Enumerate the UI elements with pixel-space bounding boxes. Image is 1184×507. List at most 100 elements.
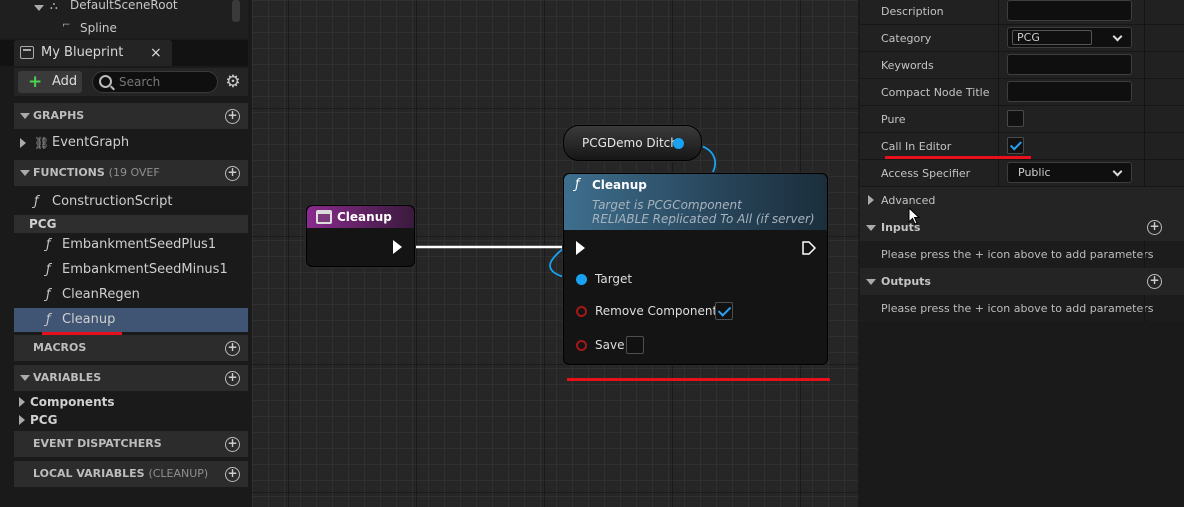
function-icon: ƒ — [46, 287, 51, 302]
prop-label: Description — [881, 5, 944, 18]
components-scrollbar[interactable] — [232, 0, 240, 22]
prop-label: Keywords — [881, 59, 934, 72]
close-icon[interactable]: × — [150, 40, 162, 66]
variable-category-pcg[interactable]: PCG — [14, 410, 248, 430]
access-specifier-value: Public — [1018, 166, 1051, 179]
category-outputs[interactable]: Outputs + — [860, 268, 1184, 295]
function-category-label: PCG — [29, 217, 57, 231]
add-graph-icon[interactable]: + — [225, 109, 240, 124]
graph-item-eventgraph[interactable]: ⛓ EventGraph — [14, 131, 248, 155]
section-graphs[interactable]: GRAPHS + — [14, 103, 248, 129]
add-output-icon[interactable]: + — [1147, 274, 1162, 289]
save-pin-icon[interactable] — [576, 340, 587, 351]
prop-row-category: Category PCG — [860, 25, 1184, 52]
category-value[interactable]: PCG — [1012, 30, 1092, 45]
function-icon: ƒ — [46, 312, 51, 327]
function-item-label: CleanRegen — [62, 287, 140, 302]
prop-row-keywords: Keywords — [860, 52, 1184, 79]
collapse-arrow-icon — [866, 279, 876, 285]
expand-arrow-icon[interactable] — [19, 415, 25, 425]
add-event-dispatcher-icon[interactable]: + — [225, 437, 240, 452]
chevron-down-icon — [1112, 31, 1123, 42]
section-event-dispatchers[interactable]: EVENT DISPATCHERS + — [14, 431, 248, 457]
compact-node-title-field[interactable] — [1007, 81, 1132, 102]
exec-out-pin-icon[interactable] — [393, 240, 402, 254]
prop-row-pure: Pure — [860, 106, 1184, 133]
call-in-editor-checkbox[interactable] — [1007, 137, 1024, 154]
function-node-target-note: Target is PCGComponent — [592, 198, 742, 212]
function-item-construction-script[interactable]: ƒ ConstructionScript — [14, 190, 248, 214]
expand-arrow-icon[interactable] — [34, 5, 44, 11]
variable-category-components[interactable]: Components — [14, 392, 248, 412]
graph-canvas[interactable]: Cleanup PCGDemo Ditch ƒ Cleanup Target i… — [252, 0, 858, 507]
exec-in-pin-icon[interactable] — [576, 241, 585, 255]
remove-components-checkbox[interactable] — [715, 302, 733, 320]
blueprint-toolbar: + Add ⚙ — [14, 68, 248, 96]
section-functions[interactable]: FUNCTIONS (19 OVEF + — [14, 160, 248, 186]
add-local-variable-icon[interactable]: + — [225, 467, 240, 482]
section-functions-label: FUNCTIONS (19 OVEF — [33, 166, 160, 179]
event-node-header: Cleanup — [307, 206, 414, 228]
tab-bar: My Blueprint × — [0, 40, 248, 66]
component-default-scene-root[interactable]: DefaultSceneRoot — [70, 0, 178, 13]
component-spline[interactable]: Spline — [80, 20, 117, 36]
components-tree: ⛬ DefaultSceneRoot ⌐ Spline — [0, 0, 248, 38]
object-out-pin-icon[interactable] — [673, 138, 684, 149]
prop-row-access-specifier: Access Specifier Public — [860, 160, 1184, 187]
variable-node-title: PCGDemo Ditch — [582, 136, 678, 150]
event-node-title: Cleanup — [337, 210, 392, 224]
outputs-hint: Please press the + icon above to add par… — [860, 295, 1184, 322]
expand-arrow-icon[interactable] — [20, 138, 26, 148]
function-item-cleanup-selected[interactable]: ƒ Cleanup — [14, 308, 248, 332]
function-item[interactable]: ƒ CleanRegen — [14, 283, 248, 307]
pure-checkbox[interactable] — [1007, 110, 1024, 127]
variable-category-label: PCG — [30, 413, 58, 427]
function-item-label: Cleanup — [62, 312, 116, 327]
remove-components-pin-icon[interactable] — [576, 306, 587, 317]
event-node-cleanup[interactable]: Cleanup — [306, 205, 415, 267]
function-icon: ƒ — [46, 237, 51, 252]
category-combo[interactable]: PCG — [1007, 27, 1132, 48]
save-checkbox[interactable] — [626, 336, 644, 354]
keywords-field[interactable] — [1007, 54, 1132, 75]
section-local-variables-label: LOCAL VARIABLES (CLEANUP) — [33, 467, 209, 480]
prop-label: Category — [881, 32, 932, 45]
exec-out-pin-icon[interactable] — [802, 241, 816, 255]
section-variables-label: VARIABLES — [33, 371, 102, 384]
variable-node-pcgdemo-ditch[interactable]: PCGDemo Ditch — [563, 125, 702, 161]
add-variable-icon[interactable]: + — [225, 371, 240, 386]
function-node-title: Cleanup — [592, 178, 647, 192]
blueprint-icon — [20, 46, 34, 59]
mouse-cursor-icon — [908, 207, 920, 225]
function-category-pcg[interactable]: PCG — [14, 215, 248, 233]
section-macros[interactable]: MACROS + — [14, 335, 248, 361]
function-item[interactable]: ƒ EmbankmentSeedMinus1 — [14, 258, 248, 282]
highlight-underline — [885, 156, 1031, 159]
remove-components-pin-label: Remove Components — [595, 304, 724, 318]
function-node-cleanup[interactable]: ƒ Cleanup Target is PCGComponent RELIABL… — [563, 173, 828, 365]
target-pin-icon[interactable] — [576, 274, 587, 285]
function-item-label: ConstructionScript — [52, 194, 173, 209]
function-icon: ƒ — [34, 194, 39, 209]
add-button[interactable]: + Add — [18, 71, 82, 93]
chevron-down-icon — [1112, 166, 1123, 177]
section-local-variables[interactable]: LOCAL VARIABLES (CLEANUP) + — [14, 461, 248, 487]
add-function-icon[interactable]: + — [225, 166, 240, 181]
tab-label: My Blueprint — [41, 45, 124, 60]
add-input-icon[interactable]: + — [1147, 220, 1162, 235]
function-icon: ƒ — [575, 177, 580, 192]
function-item[interactable]: ƒ EmbankmentSeedPlus1 — [14, 233, 248, 257]
save-pin-label: Save — [595, 338, 625, 352]
search-input[interactable] — [119, 73, 213, 91]
add-macro-icon[interactable]: + — [225, 341, 240, 356]
tab-my-blueprint[interactable]: My Blueprint × — [14, 40, 172, 66]
gear-icon[interactable]: ⚙ — [224, 73, 242, 91]
section-graphs-label: GRAPHS — [33, 109, 85, 122]
function-item-label: EmbankmentSeedMinus1 — [62, 262, 228, 277]
access-specifier-combo[interactable]: Public — [1007, 162, 1132, 183]
category-outputs-label: Outputs — [881, 275, 931, 288]
search-box[interactable] — [92, 71, 218, 93]
description-field[interactable] — [1007, 0, 1132, 21]
expand-arrow-icon[interactable] — [19, 397, 25, 407]
section-variables[interactable]: VARIABLES + — [14, 365, 248, 391]
